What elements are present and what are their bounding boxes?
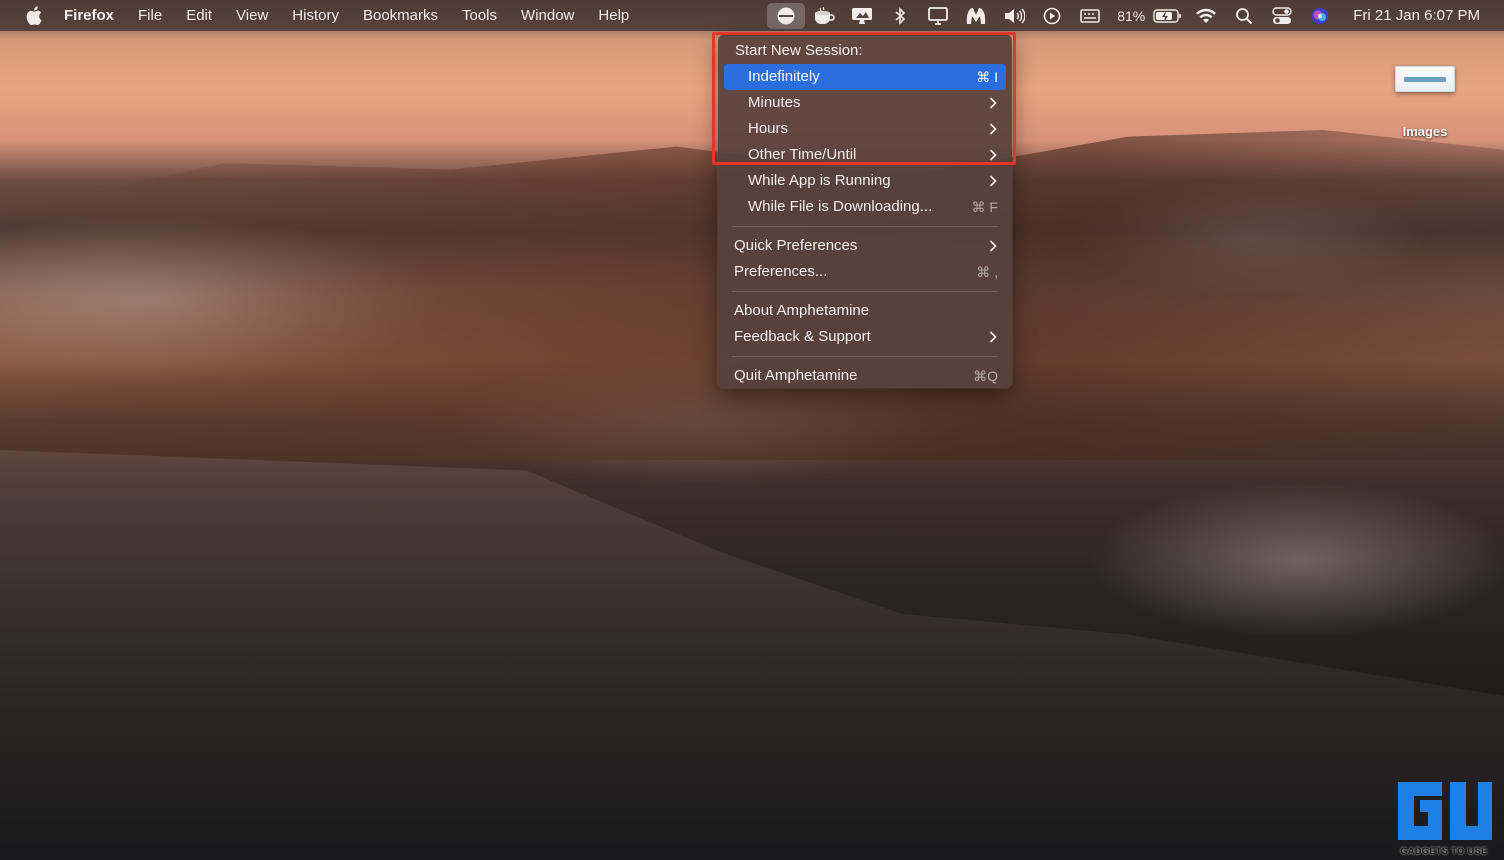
menu-item-label: About Amphetamine — [734, 302, 870, 319]
menu-item-while-file-downloading[interactable]: While File is Downloading... ⌘ F — [718, 194, 1012, 220]
battery-percent: 81% — [1117, 7, 1146, 24]
shortcut-label: ⌘Q — [973, 368, 998, 384]
menu-item-hours[interactable]: Hours — [718, 116, 1012, 142]
menu-bookmarks[interactable]: Bookmarks — [351, 0, 450, 31]
caffeine-cup-icon[interactable] — [805, 0, 843, 31]
session-header-label: Start New Session: — [735, 42, 863, 59]
display-icon[interactable] — [843, 0, 881, 31]
menu-item-label: Hours — [748, 120, 789, 137]
menu-edit[interactable]: Edit — [174, 0, 224, 31]
chevron-right-icon — [988, 174, 998, 188]
menu-separator — [732, 226, 998, 227]
menu-window[interactable]: Window — [509, 0, 586, 31]
wifi-icon[interactable] — [1187, 0, 1225, 31]
spotlight-search-icon[interactable] — [1225, 0, 1263, 31]
menu-item-label: While File is Downloading... — [748, 198, 933, 215]
menu-separator — [732, 291, 998, 292]
shortcut-label: ⌘ F — [971, 199, 998, 215]
menu-item-label: Indefinitely — [748, 68, 820, 85]
menu-tools[interactable]: Tools — [450, 0, 509, 31]
volume-icon[interactable] — [995, 0, 1033, 31]
watermark-logo-icon — [1398, 782, 1492, 840]
battery-icon[interactable] — [1149, 0, 1187, 31]
menu-item-while-app-running[interactable]: While App is Running — [718, 168, 1012, 194]
menu-help[interactable]: Help — [586, 0, 641, 31]
menu-item-about[interactable]: About Amphetamine — [718, 298, 1012, 324]
apple-logo-icon[interactable] — [24, 6, 44, 25]
menu-item-other-time[interactable]: Other Time/Until — [718, 142, 1012, 168]
menu-bar: Firefox File Edit View History Bookmarks… — [0, 0, 1504, 31]
image-file-icon — [1395, 66, 1455, 92]
menu-item-label: Preferences... — [734, 263, 828, 280]
menu-view[interactable]: View — [224, 0, 280, 31]
menu-item-minutes[interactable]: Minutes — [718, 90, 1012, 116]
keyboard-icon[interactable] — [1071, 0, 1109, 31]
session-header: Start New Session: — [718, 38, 1012, 64]
chevron-right-icon — [988, 122, 998, 136]
shortcut-label: ⌘ , — [976, 264, 998, 280]
chevron-right-icon — [988, 148, 998, 162]
bluetooth-icon[interactable] — [881, 0, 919, 31]
menu-item-label: Minutes — [748, 94, 801, 111]
menu-history[interactable]: History — [280, 0, 351, 31]
chevron-right-icon — [988, 239, 998, 253]
shortcut-label: ⌘ I — [976, 69, 998, 85]
menu-item-indefinitely[interactable]: Indefinitely ⌘ I — [724, 64, 1006, 90]
desktop-item-images[interactable]: Images — [1385, 58, 1465, 139]
menu-item-label: While App is Running — [748, 172, 891, 189]
menu-file[interactable]: File — [126, 0, 174, 31]
menu-item-label: Feedback & Support — [734, 328, 871, 345]
menu-item-preferences[interactable]: Preferences... ⌘ , — [718, 259, 1012, 285]
menubar-clock[interactable]: Fri 21 Jan 6:07 PM — [1339, 0, 1504, 31]
chevron-right-icon — [988, 96, 998, 110]
menu-item-label: Quit Amphetamine — [734, 367, 858, 384]
menu-item-quit[interactable]: Quit Amphetamine ⌘Q — [718, 363, 1012, 389]
chevron-right-icon — [988, 330, 998, 344]
menu-item-feedback-support[interactable]: Feedback & Support — [718, 324, 1012, 350]
menu-item-label: Other Time/Until — [748, 146, 857, 163]
desktop-item-label: Images — [1402, 124, 1448, 139]
watermark-caption: GADGETS TO USE — [1400, 846, 1488, 856]
amphetamine-pill-icon[interactable] — [767, 2, 806, 29]
malwarebytes-icon[interactable] — [957, 0, 995, 31]
gadgets-to-use-watermark: GADGETS TO USE — [1394, 778, 1494, 856]
amphetamine-menu: Start New Session: Indefinitely ⌘ I Minu… — [718, 34, 1012, 388]
menu-item-label: Quick Preferences — [734, 237, 858, 254]
menu-item-quick-preferences[interactable]: Quick Preferences — [718, 233, 1012, 259]
control-center-icon[interactable] — [1263, 0, 1301, 31]
screen-mirroring-icon[interactable] — [919, 0, 957, 31]
play-icon[interactable] — [1033, 0, 1071, 31]
siri-icon[interactable] — [1301, 0, 1339, 31]
menu-separator — [732, 356, 998, 357]
menu-app-name[interactable]: Firefox — [64, 0, 126, 31]
